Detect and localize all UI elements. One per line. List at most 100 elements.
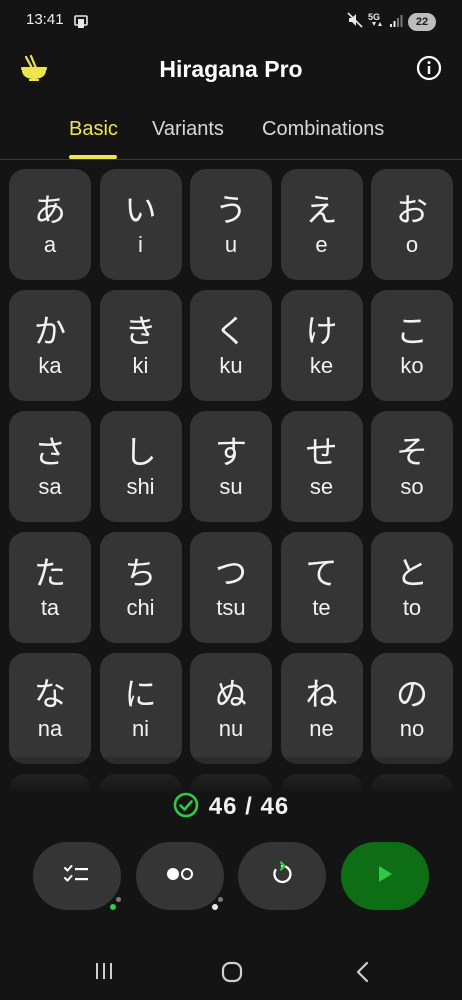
kana-grid: あ a い i う u え e お o か ka き ki く ku け ke こ ko さ sa し shi す su せ se そ s… xyxy=(9,169,453,801)
play-icon xyxy=(376,864,394,888)
kana-card[interactable]: いi xyxy=(99,169,182,280)
kana-romaji: ki xyxy=(132,352,149,378)
progress-count: 46 / 46 xyxy=(208,793,290,820)
check-circle-icon xyxy=(173,792,199,822)
kana-card[interactable]: の no xyxy=(371,653,453,764)
kana-card[interactable]: と to xyxy=(371,532,453,643)
kana-character: な xyxy=(33,674,66,713)
display-mode-button[interactable] xyxy=(136,842,224,910)
checklist-status-dot xyxy=(110,904,116,910)
kana-romaji: e xyxy=(315,231,328,257)
status-bar: 13:41 5G 22 xyxy=(0,0,462,42)
tab-bar: Basic Variants Combinations xyxy=(0,104,462,160)
progress-indicator: 46 / 46 xyxy=(0,790,462,824)
signal-icon xyxy=(389,13,403,32)
home-icon[interactable] xyxy=(220,960,244,988)
recent-apps-icon[interactable] xyxy=(93,960,115,986)
kana-character: す xyxy=(214,432,247,471)
kana-character: さ xyxy=(33,432,66,471)
kana-card[interactable]: に ni xyxy=(99,653,182,764)
kana-character: に xyxy=(124,674,157,713)
kana-romaji: na xyxy=(37,715,63,741)
kana-romaji: nu xyxy=(218,715,244,741)
kana-character: き xyxy=(124,311,157,350)
kana-card[interactable]: あa xyxy=(9,169,91,280)
kana-character: た xyxy=(33,553,66,592)
kana-card[interactable]: か ka xyxy=(9,290,91,401)
checklist-icon xyxy=(64,864,90,888)
kana-romaji: so xyxy=(400,473,424,499)
kana-card[interactable]: き ki xyxy=(99,290,182,401)
kana-romaji: o xyxy=(405,231,419,257)
kana-romaji: su xyxy=(219,473,243,499)
kana-character: お xyxy=(395,190,428,229)
status-time: 13:41 xyxy=(26,11,64,28)
tab-basic[interactable]: Basic xyxy=(69,118,118,141)
checklist-status-dot-secondary xyxy=(116,897,121,902)
kana-romaji: ke xyxy=(309,352,334,378)
tab-combinations[interactable]: Combinations xyxy=(262,118,384,141)
kana-romaji: ku xyxy=(219,352,243,378)
info-icon[interactable] xyxy=(416,55,442,85)
kana-character: ぬ xyxy=(214,674,247,713)
kana-card[interactable]: け ke xyxy=(280,290,363,401)
system-nav-bar xyxy=(0,946,462,1000)
kana-romaji: to xyxy=(402,594,422,620)
kana-romaji: chi xyxy=(126,594,155,620)
tab-indicator xyxy=(69,155,117,159)
kana-card[interactable]: えe xyxy=(280,169,363,280)
kana-character: ち xyxy=(124,553,157,592)
kana-card[interactable]: ち chi xyxy=(99,532,182,643)
kana-character: い xyxy=(124,190,157,229)
kana-card[interactable]: せ se xyxy=(280,411,363,522)
kana-card[interactable]: つ tsu xyxy=(190,532,272,643)
kana-romaji: se xyxy=(309,473,334,499)
kana-card[interactable]: し shi xyxy=(99,411,182,522)
checklist-button[interactable] xyxy=(33,842,121,910)
app-bar: Hiragana Pro xyxy=(0,42,462,98)
back-icon[interactable] xyxy=(352,960,374,988)
kana-romaji: ko xyxy=(400,352,424,378)
reset-button[interactable] xyxy=(238,842,326,910)
kana-card[interactable]: こ ko xyxy=(371,290,453,401)
kana-card[interactable]: おo xyxy=(371,169,453,280)
kana-character: て xyxy=(305,553,338,592)
network-5g-icon: 5G xyxy=(368,11,384,33)
kana-card[interactable]: うu xyxy=(190,169,272,280)
kana-card[interactable]: ね ne xyxy=(280,653,363,764)
kana-character: そ xyxy=(395,432,428,471)
kana-card[interactable]: た ta xyxy=(9,532,91,643)
kana-character: と xyxy=(395,553,428,592)
status-icons: 5G 22 xyxy=(347,11,436,33)
kana-romaji: shi xyxy=(126,473,155,499)
kana-romaji: no xyxy=(399,715,425,741)
tab-variants[interactable]: Variants xyxy=(152,118,224,141)
kana-grid-scroll[interactable]: あ a い i う u え e お o か ka き ki く ku け ke こ ko さ sa し shi す su せ se そ s… xyxy=(0,161,462,801)
kana-card[interactable]: そ so xyxy=(371,411,453,522)
kana-character: し xyxy=(124,432,157,471)
kana-romaji: tsu xyxy=(216,594,246,620)
kana-romaji: ka xyxy=(38,352,62,378)
kana-card[interactable]: く ku xyxy=(190,290,272,401)
display-mode-status-dot-secondary xyxy=(218,897,223,902)
kana-romaji: ta xyxy=(40,594,60,620)
kana-character: ね xyxy=(305,674,338,713)
kana-romaji: u xyxy=(224,231,238,257)
kana-character: つ xyxy=(214,553,247,592)
kana-card[interactable]: て te xyxy=(280,532,363,643)
kana-romaji: ni xyxy=(131,715,150,741)
screen-cast-icon xyxy=(74,14,88,33)
kana-character: か xyxy=(33,311,66,350)
kana-card[interactable]: す su xyxy=(190,411,272,522)
kana-romaji: te xyxy=(312,594,331,620)
app-title: Hiragana Pro xyxy=(159,56,303,82)
kana-card[interactable]: ぬ nu xyxy=(190,653,272,764)
start-button[interactable] xyxy=(341,842,429,910)
kana-card[interactable]: さ sa xyxy=(9,411,91,522)
kana-character: せ xyxy=(305,432,338,471)
refresh-icon xyxy=(269,861,295,891)
kana-character: う xyxy=(214,190,247,229)
kana-card[interactable]: な na xyxy=(9,653,91,764)
kana-character: え xyxy=(305,190,338,229)
kana-romaji: a xyxy=(43,231,57,257)
